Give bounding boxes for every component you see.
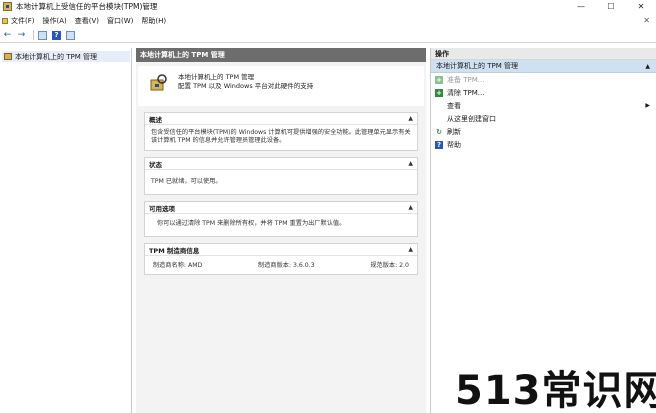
action-refresh-label: 刷新: [447, 127, 461, 136]
arrow-right-icon: →: [17, 30, 26, 40]
overview-body: 包含受信任的平台模块(TPM)的 Windows 计算机可提供增强的安全功能。此…: [151, 129, 411, 144]
manufacturer-info-row: 制造商名称: AMD 制造商版本: 3.6.0.3 规范版本: 2.0: [145, 256, 417, 274]
manufacturer-name: 制造商名称: AMD: [153, 262, 203, 269]
result-pane: 本地计算机上的 TPM 管理 本地计算机上的 TPM 管理 配置 TPM 以及 …: [136, 48, 426, 413]
tpm-app-icon: [3, 2, 12, 11]
menu-action[interactable]: 操作(A): [43, 16, 67, 26]
submenu-arrow-icon: ▶: [645, 102, 650, 109]
help-icon: ?: [435, 140, 443, 149]
action-clear-label: 清除 TPM...: [447, 88, 485, 97]
manufacturer-header[interactable]: TPM 制造商信息 ▲: [145, 244, 417, 256]
help-icon: ?: [52, 30, 61, 40]
plus-icon: +: [435, 75, 443, 84]
window-controls: — ☐ ✕: [566, 0, 656, 13]
result-pane-header: 本地计算机上的 TPM 管理: [136, 48, 426, 62]
console-tree-icon: [38, 30, 47, 40]
toolbar-separator: [33, 30, 34, 40]
options-header[interactable]: 可用选项 ▲: [145, 202, 417, 214]
intro-text: 本地计算机上的 TPM 管理 配置 TPM 以及 Windows 平台对此硬件的…: [178, 73, 313, 90]
manufacturer-section: TPM 制造商信息 ▲ 制造商名称: AMD 制造商版本: 3.6.0.3 规范…: [144, 243, 418, 275]
refresh-icon: ↻: [436, 127, 442, 136]
show-hide-tree-button[interactable]: [37, 30, 48, 41]
watermark-text: 513常识网: [455, 368, 656, 413]
collapse-caret-icon[interactable]: ▲: [645, 63, 650, 70]
options-body: 你可以通过清除 TPM 来删除所有权，并将 TPM 重置为出厂默认值。: [157, 220, 346, 227]
action-help-label: 帮助: [447, 140, 461, 149]
action-help[interactable]: ? 帮助: [431, 138, 656, 151]
intro-line-2: 配置 TPM 以及 Windows 平台对此硬件的支持: [178, 81, 314, 90]
back-button[interactable]: ←: [2, 30, 13, 41]
actions-header: 操作: [431, 48, 656, 60]
menu-bar: 文件(F) 操作(A) 查看(V) 窗口(W) 帮助(H) ✕: [0, 14, 656, 27]
help-toolbar-button[interactable]: ?: [51, 30, 62, 41]
menu-file[interactable]: 文件(F): [2, 16, 35, 26]
status-header[interactable]: 状态 ▲: [145, 158, 417, 170]
tree-item-tpm-management[interactable]: 本地计算机上的 TPM 管理: [2, 51, 130, 62]
action-new-window-label: 从这里创建窗口: [447, 114, 496, 123]
action-refresh[interactable]: ↻ 刷新: [431, 125, 656, 138]
action-view-label: 查看: [447, 101, 461, 110]
action-pane-icon: [66, 30, 75, 40]
tpm-chip-icon: [4, 53, 12, 60]
minimize-button[interactable]: —: [566, 0, 596, 13]
menu-file-label: 文件(F): [11, 16, 35, 25]
menu-view[interactable]: 查看(V): [75, 16, 99, 26]
intro-line-1: 本地计算机上的 TPM 管理: [178, 73, 255, 81]
action-pane-button[interactable]: [65, 30, 76, 41]
collapse-caret-icon[interactable]: ▲: [408, 115, 413, 122]
inner-close-button[interactable]: ✕: [643, 14, 650, 27]
intro-panel: 本地计算机上的 TPM 管理 配置 TPM 以及 Windows 平台对此硬件的…: [138, 66, 424, 106]
tpm-key-icon: [148, 73, 170, 95]
options-title: 可用选项: [149, 204, 175, 213]
spec-version: 规范版本: 2.0: [370, 262, 409, 269]
forward-button[interactable]: →: [16, 30, 27, 41]
menu-help[interactable]: 帮助(H): [141, 16, 166, 26]
plus-icon: +: [435, 88, 443, 97]
action-clear-tpm[interactable]: + 清除 TPM...: [431, 86, 656, 99]
overview-section: 概述 ▲ 包含受信任的平台模块(TPM)的 Windows 计算机可提供增强的安…: [144, 112, 418, 151]
tree-item-label: 本地计算机上的 TPM 管理: [15, 52, 97, 61]
collapse-caret-icon[interactable]: ▲: [408, 246, 413, 253]
status-title: 状态: [149, 160, 162, 169]
toolbar: ← → ?: [0, 28, 656, 43]
collapse-caret-icon[interactable]: ▲: [408, 160, 413, 167]
console-tree: 本地计算机上的 TPM 管理: [0, 48, 132, 413]
options-section: 可用选项 ▲ 你可以通过清除 TPM 来删除所有权，并将 TPM 重置为出厂默认…: [144, 201, 418, 237]
arrow-left-icon: ←: [3, 30, 12, 40]
action-prepare-label: 准备 TPM...: [447, 75, 485, 84]
actions-group-label: 本地计算机上的 TPM 管理: [436, 62, 518, 70]
blank-icon: [435, 102, 443, 110]
window-title: 本地计算机上受信任的平台模块(TPM)管理: [16, 2, 158, 11]
menu-window[interactable]: 窗口(W): [107, 16, 133, 26]
title-bar: 本地计算机上受信任的平台模块(TPM)管理 — ☐ ✕: [0, 0, 656, 13]
collapse-caret-icon[interactable]: ▲: [408, 204, 413, 211]
action-view[interactable]: 查看 ▶: [431, 99, 656, 112]
status-section: 状态 ▲ TPM 已就绪，可以使用。: [144, 157, 418, 195]
actions-group-tpm[interactable]: 本地计算机上的 TPM 管理 ▲: [431, 60, 656, 73]
action-prepare-tpm[interactable]: + 准备 TPM...: [431, 73, 656, 86]
manufacturer-title: TPM 制造商信息: [149, 246, 200, 255]
maximize-button[interactable]: ☐: [596, 0, 626, 13]
blank-icon: [435, 115, 443, 123]
action-new-window[interactable]: 从这里创建窗口: [431, 112, 656, 125]
close-button[interactable]: ✕: [626, 0, 656, 13]
manufacturer-version: 制造商版本: 3.6.0.3: [258, 262, 315, 269]
overview-header[interactable]: 概述 ▲: [145, 113, 417, 125]
overview-title: 概述: [149, 115, 162, 124]
folder-icon: [2, 17, 8, 24]
status-body: TPM 已就绪，可以使用。: [151, 178, 222, 185]
